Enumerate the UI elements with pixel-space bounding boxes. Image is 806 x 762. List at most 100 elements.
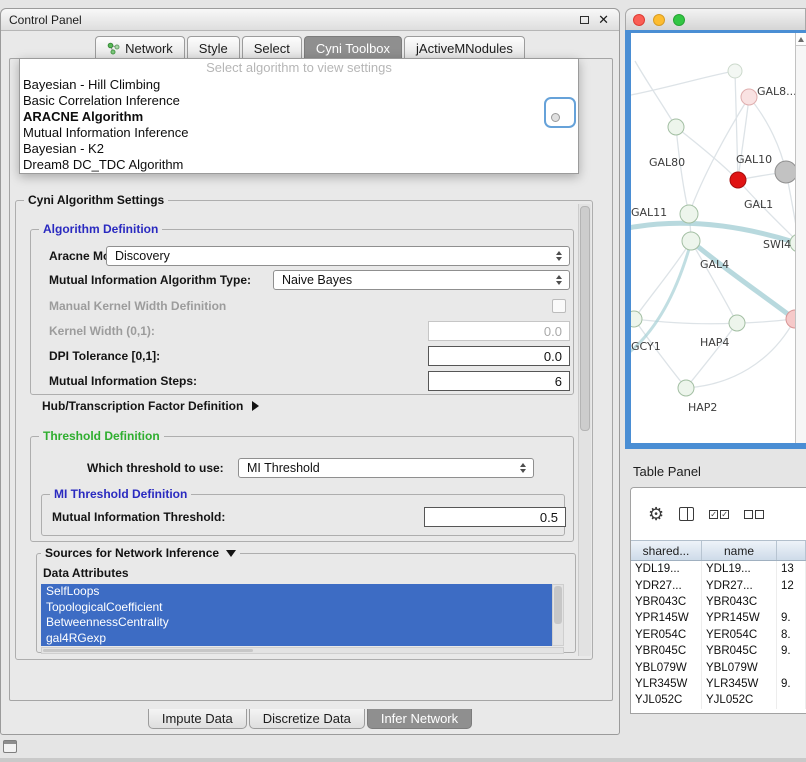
table-cell: YBL079W [631, 659, 702, 675]
tab-discretize-data[interactable]: Discretize Data [249, 709, 365, 729]
network-vertical-scrollbar[interactable] [795, 33, 806, 443]
close-window-button[interactable] [633, 14, 645, 26]
attribute-item[interactable]: BetweennessCentrality [41, 615, 552, 631]
column-header[interactable]: shared... [631, 541, 702, 560]
close-panel-icon[interactable]: ✕ [598, 13, 609, 26]
network-view-window: GAL8...GAL80GAL10GAL11GAL1SWI4GAL4GCY1HA… [625, 8, 806, 449]
node-label: GAL4 [700, 258, 729, 271]
network-node-red[interactable] [730, 172, 746, 188]
algorithm-option-dream8-dc-tdc-algorithm[interactable]: Dream8 DC_TDC Algorithm [20, 157, 578, 173]
tab-network[interactable]: Network [95, 36, 185, 59]
table-row[interactable]: YBR045CYBR045C9. [631, 643, 806, 659]
attributes-vertical-scrollbar[interactable] [552, 584, 564, 646]
dpi-tolerance-field[interactable]: 0.0 [428, 346, 570, 366]
tab-cyni-toolbox[interactable]: Cyni Toolbox [304, 36, 402, 59]
table-row[interactable]: YDR27...YDR27...12 [631, 577, 806, 593]
attributes-horizontal-scrollbar[interactable] [41, 647, 564, 654]
table-row[interactable]: YLR345WYLR345W9. [631, 676, 806, 692]
table-cell: 12 [777, 577, 806, 593]
network-edge[interactable] [631, 71, 735, 95]
tab-style[interactable]: Style [187, 36, 240, 59]
tab-impute-data[interactable]: Impute Data [148, 709, 247, 729]
network-edge[interactable] [676, 127, 689, 214]
minimize-window-button[interactable] [653, 14, 665, 26]
column-header[interactable] [777, 541, 806, 560]
table-cell: YLR345W [702, 676, 777, 692]
network-edge[interactable] [634, 319, 737, 324]
tab-infer-network[interactable]: Infer Network [367, 709, 472, 729]
table-cell: YER054C [631, 627, 702, 643]
network-node-green[interactable] [631, 311, 642, 327]
sources-section-toggle[interactable]: Sources for Network Inference [41, 546, 240, 561]
network-node-faint[interactable] [728, 64, 742, 78]
network-edge[interactable] [634, 319, 686, 388]
gear-icon[interactable]: ⚙ [648, 505, 664, 523]
mi-threshold-label: Mutual Information Threshold: [52, 510, 225, 524]
columns-icon[interactable] [679, 507, 694, 521]
algorithm-option-aracne-algorithm[interactable]: ARACNE Algorithm [20, 109, 578, 125]
which-threshold-label: Which threshold to use: [87, 461, 224, 475]
network-node-green[interactable] [682, 232, 700, 250]
table-cell: YBR043C [631, 594, 702, 610]
algorithm-option-bayesian-hill-climbing[interactable]: Bayesian - Hill Climbing [20, 77, 578, 93]
tab-jactivemnodules[interactable]: jActiveMNodules [404, 36, 525, 59]
zoom-window-button[interactable] [673, 14, 685, 26]
table-row[interactable]: YDL19...YDL19...13 [631, 561, 806, 577]
table-row[interactable]: YBR043CYBR043C [631, 594, 806, 610]
aracne-mode-select[interactable]: Discovery [106, 246, 570, 266]
mi-threshold-value: 0.5 [540, 510, 558, 525]
network-node-green[interactable] [729, 315, 745, 331]
network-edge[interactable] [635, 61, 676, 127]
manual-kernel-width-label: Manual Kernel Width Definition [49, 299, 226, 313]
dot-icon [551, 113, 560, 122]
node-label: GAL10 [736, 153, 772, 166]
float-panel-icon[interactable] [580, 16, 589, 24]
algorithm-option-bayesian-k2[interactable]: Bayesian - K2 [20, 141, 578, 157]
mi-threshold-field[interactable]: 0.5 [424, 507, 566, 527]
scroll-up-icon[interactable] [796, 33, 806, 46]
combo-spinner-icon [520, 463, 526, 474]
mi-steps-field[interactable]: 6 [428, 371, 570, 391]
network-canvas[interactable]: GAL8...GAL80GAL10GAL11GAL1SWI4GAL4GCY1HA… [631, 33, 806, 443]
network-edge[interactable] [691, 241, 737, 323]
network-node-pinklight[interactable] [741, 89, 757, 105]
network-node-green[interactable] [678, 380, 694, 396]
threshold-definition-title: Threshold Definition [39, 429, 164, 444]
data-attributes-list[interactable]: SelfLoopsTopologicalCoefficientBetweenne… [41, 584, 552, 646]
attribute-item[interactable]: gal4RGexp [41, 631, 552, 647]
table-row[interactable]: YER054CYER054C8. [631, 627, 806, 643]
attribute-item[interactable]: SelfLoops [41, 584, 552, 600]
restore-panel-icon[interactable] [3, 740, 17, 753]
table-row[interactable]: YPR145WYPR145W9. [631, 610, 806, 626]
select-all-columns-icon[interactable] [709, 510, 729, 519]
algorithm-option-mutual-information-inference[interactable]: Mutual Information Inference [20, 125, 578, 141]
table-cell: YBR045C [702, 643, 777, 659]
node-label: HAP2 [688, 401, 717, 414]
settings-vertical-scrollbar[interactable] [578, 204, 591, 656]
network-window-titlebar[interactable] [625, 8, 806, 30]
threshold-type-select[interactable]: MI Threshold [238, 458, 534, 478]
bottom-tab-bar: Impute DataDiscretize DataInfer Network [1, 709, 619, 729]
algorithm-option-basic-correlation-inference[interactable]: Basic Correlation Inference [20, 93, 578, 109]
attribute-item[interactable]: TopologicalCoefficient [41, 600, 552, 616]
table-row[interactable]: YJL052CYJL052C [631, 692, 806, 708]
deselect-all-columns-icon[interactable] [744, 510, 764, 519]
tab-select[interactable]: Select [242, 36, 302, 59]
mi-type-label: Mutual Information Algorithm Type: [49, 273, 251, 287]
network-node-gray[interactable] [775, 161, 795, 183]
column-header[interactable]: name [702, 541, 777, 560]
manual-kernel-width-checkbox[interactable] [552, 299, 566, 313]
network-edge[interactable] [634, 241, 691, 319]
mi-algorithm-type-select[interactable]: Naive Bayes [273, 270, 570, 290]
hub-definition-section-toggle[interactable]: Hub/Transcription Factor Definition [42, 399, 259, 413]
control-panel-titlebar[interactable]: Control Panel ✕ [1, 9, 619, 31]
tab-label: Network [125, 41, 173, 56]
focused-control-button[interactable] [544, 97, 576, 128]
network-edge[interactable] [691, 241, 795, 321]
network-edge[interactable] [738, 97, 749, 180]
network-node-green[interactable] [680, 205, 698, 223]
table-row[interactable]: YBL079WYBL079W [631, 659, 806, 675]
network-node-green[interactable] [668, 119, 684, 135]
table-cell [777, 659, 806, 675]
table-cell [777, 692, 806, 708]
